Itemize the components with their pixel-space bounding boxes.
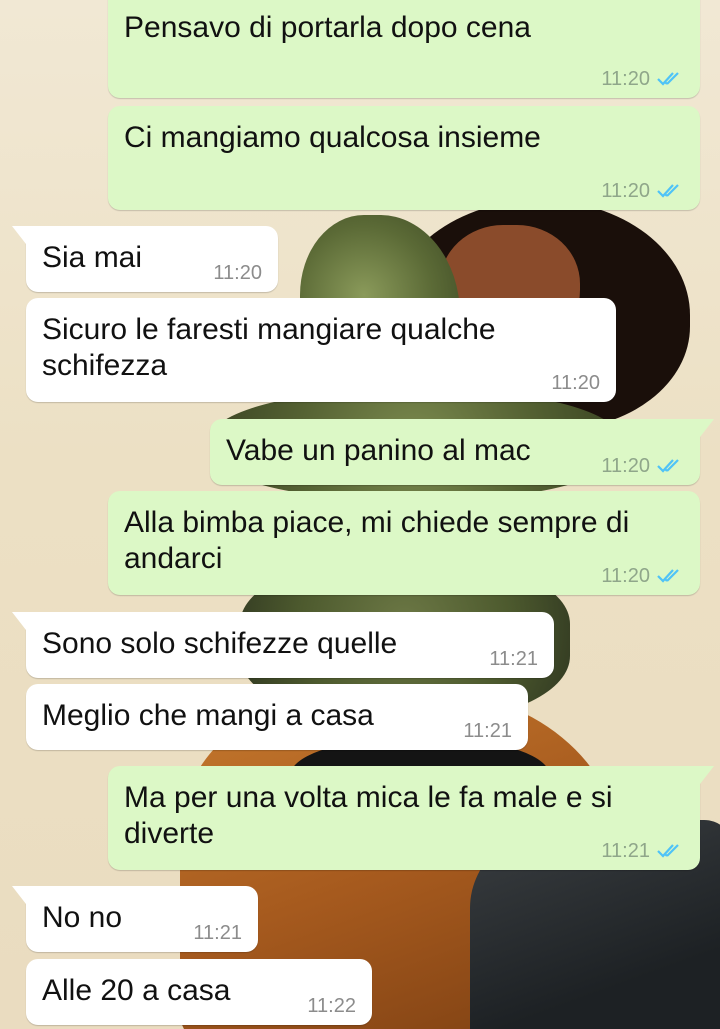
incoming-message-bubble[interactable]: Alle 20 a casa 11:22	[26, 959, 372, 1025]
outgoing-message-bubble[interactable]: Vabe un panino al mac 11:20	[210, 419, 714, 485]
message-text: Ci mangiamo qualcosa insieme	[124, 121, 541, 154]
outgoing-message-bubble[interactable]: Ma per una volta mica le fa male e si di…	[108, 766, 714, 870]
message-time: 11:21	[489, 648, 538, 670]
read-ticks-icon	[656, 182, 684, 200]
message-meta: 11:20	[213, 262, 262, 284]
message-meta: 11:21	[489, 648, 538, 670]
message-time: 11:21	[601, 840, 650, 862]
outgoing-message-bubble[interactable]: Alla bimba piace, mi chiede sempre di an…	[108, 491, 700, 595]
message-time: 11:21	[463, 720, 512, 742]
message-text: Alla bimba piace, mi chiede sempre di an…	[124, 506, 630, 575]
message-meta: 11:20	[601, 180, 684, 202]
message-meta: 11:20	[601, 455, 684, 477]
message-text: Sono solo schifezze quelle	[42, 627, 398, 660]
read-ticks-icon	[656, 457, 684, 475]
message-time: 11:20	[601, 68, 650, 90]
message-time: 11:21	[193, 922, 242, 944]
read-ticks-icon	[656, 567, 684, 585]
message-time: 11:22	[307, 995, 356, 1017]
message-time: 11:20	[551, 372, 600, 394]
chat-message-list[interactable]: Pensavo di portarla dopo cena 11:20 Ci m…	[0, 0, 720, 1029]
message-meta: 11:20	[551, 372, 600, 394]
message-text: Ma per una volta mica le fa male e si di…	[124, 781, 613, 850]
read-ticks-icon	[656, 70, 684, 88]
outgoing-message-bubble[interactable]: Ci mangiamo qualcosa insieme 11:20	[108, 106, 700, 210]
message-meta: 11:22	[307, 995, 356, 1017]
message-time: 11:20	[213, 262, 262, 284]
incoming-message-bubble[interactable]: Sono solo schifezze quelle 11:21	[12, 612, 554, 678]
message-meta: 11:21	[193, 922, 242, 944]
message-text: Pensavo di portarla dopo cena	[124, 11, 531, 44]
message-meta: 11:21	[463, 720, 512, 742]
message-time: 11:20	[601, 180, 650, 202]
incoming-message-bubble[interactable]: Sicuro le faresti mangiare qualche schif…	[26, 298, 616, 402]
incoming-message-bubble[interactable]: Sia mai 11:20	[12, 226, 278, 292]
message-text: Sicuro le faresti mangiare qualche schif…	[42, 313, 496, 382]
message-text: Meglio che mangi a casa	[42, 699, 374, 732]
message-meta: 11:21	[601, 840, 684, 862]
message-meta: 11:20	[601, 565, 684, 587]
incoming-message-bubble[interactable]: Meglio che mangi a casa 11:21	[26, 684, 528, 750]
read-ticks-icon	[656, 842, 684, 860]
outgoing-message-bubble[interactable]: Pensavo di portarla dopo cena 11:20	[108, 0, 700, 98]
message-time: 11:20	[601, 565, 650, 587]
incoming-message-bubble[interactable]: No no 11:21	[12, 886, 258, 952]
message-meta: 11:20	[601, 68, 684, 90]
message-time: 11:20	[601, 455, 650, 477]
